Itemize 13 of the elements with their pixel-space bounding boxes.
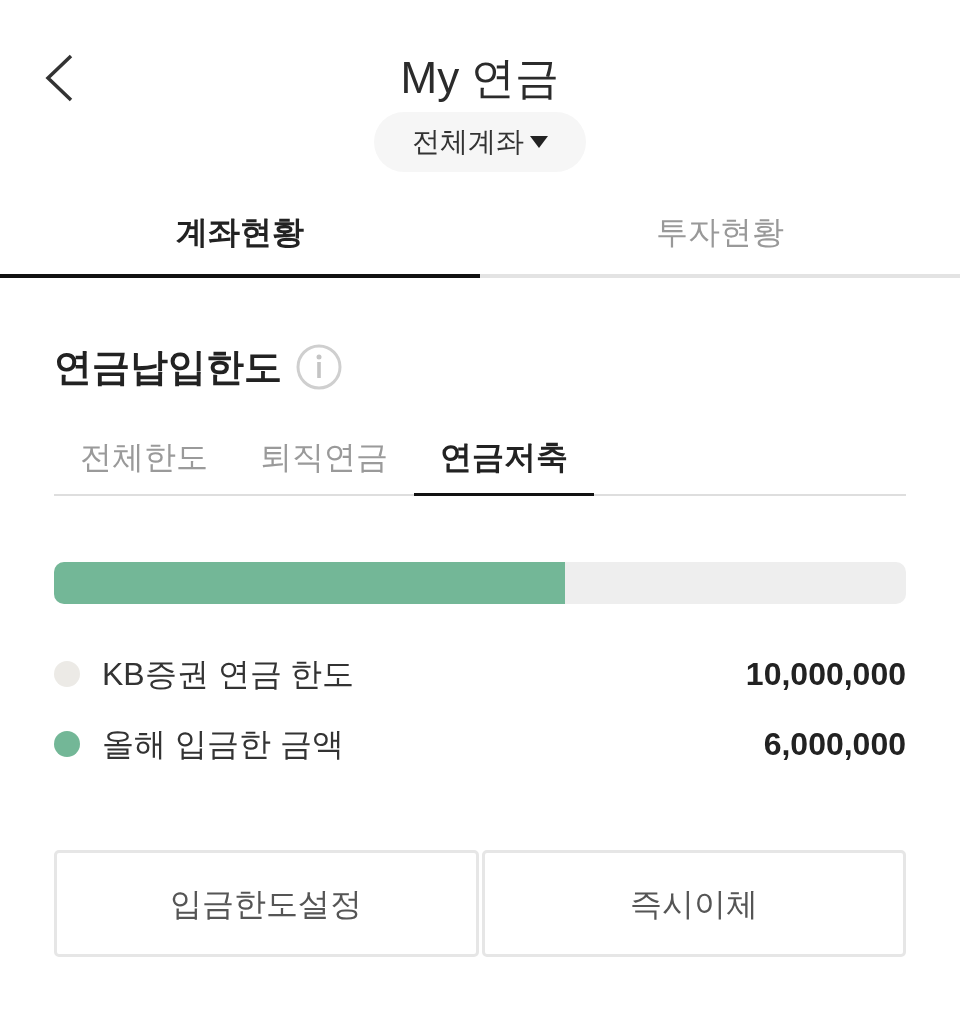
action-button[interactable]: 입금한도설정 [54, 850, 479, 957]
account-dropdown[interactable]: 전체계좌 [374, 112, 586, 172]
legend-value: 10,000,000 [745, 655, 906, 694]
legend-value: 6,000,000 [763, 725, 906, 764]
action-button[interactable]: 즉시이체 [481, 850, 906, 957]
legend-label: 올해 입금한 금액 [102, 725, 344, 764]
back-icon [44, 54, 74, 102]
caret-icon [530, 136, 548, 148]
page-title: My 연금 [400, 52, 560, 104]
tab[interactable]: 계좌현황 [0, 190, 480, 278]
section-title: 연금납입한도 [54, 345, 282, 390]
sub-tab[interactable]: 연금저축 [414, 420, 594, 496]
legend-label: KB증권 연금 한도 [102, 655, 355, 694]
